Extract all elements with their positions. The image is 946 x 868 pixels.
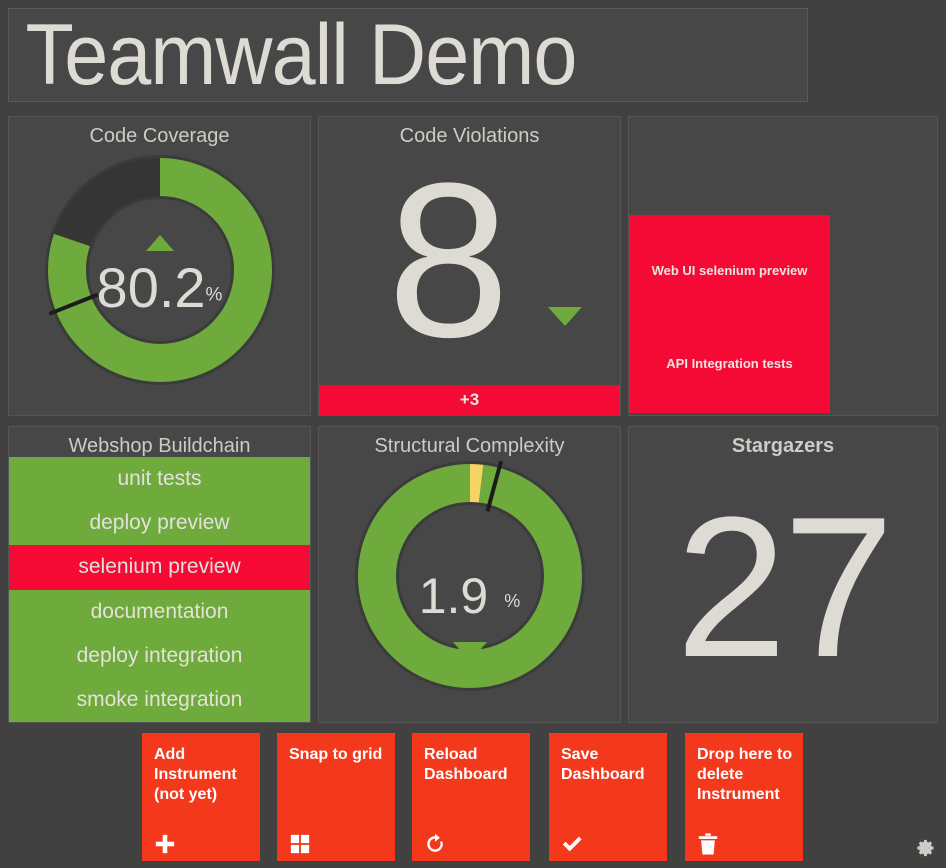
- list-item[interactable]: selenium preview: [9, 545, 310, 590]
- code-violations-body: 8: [319, 141, 620, 385]
- reload-dashboard-label: Reload Dashboard: [424, 746, 508, 783]
- add-instrument-button[interactable]: Add Instrument (not yet): [142, 733, 260, 861]
- alert-box[interactable]: Web UI selenium preview API Integration …: [629, 215, 830, 413]
- list-item[interactable]: smoke integration: [9, 677, 310, 722]
- gauge-structural-complexity: 1.9%: [319, 457, 620, 719]
- stargazers-body: 27: [629, 457, 937, 699]
- panel-title-code-coverage: Code Coverage: [89, 125, 230, 147]
- code-violations-trend-icon: [548, 307, 582, 326]
- panel-alerts[interactable]: Web UI selenium preview API Integration …: [628, 116, 938, 416]
- panel-code-coverage[interactable]: Code Coverage 80.2%: [8, 116, 311, 416]
- snap-to-grid-label: Snap to grid: [289, 746, 383, 763]
- add-instrument-label: Add Instrument (not yet): [154, 746, 237, 803]
- save-dashboard-button[interactable]: Save Dashboard: [549, 733, 667, 861]
- delete-instrument-dropzone[interactable]: Drop here to delete Instrument: [685, 733, 803, 861]
- trash-icon: [698, 833, 718, 855]
- dashboard-title-bar: Teamwall Demo: [8, 8, 808, 102]
- panel-buildchain[interactable]: Webshop Buildchain unit tests deploy pre…: [8, 426, 311, 723]
- panel-stargazers[interactable]: Stargazers 27: [628, 426, 938, 723]
- page-title: Teamwall Demo: [25, 8, 578, 102]
- gauge-code-coverage: 80.2%: [9, 147, 310, 409]
- grid-icon: [290, 834, 310, 854]
- delete-instrument-label: Drop here to delete Instrument: [697, 746, 793, 803]
- buildchain-list: unit tests deploy preview selenium previ…: [9, 457, 310, 722]
- plus-icon: [155, 834, 175, 854]
- check-icon: [562, 836, 582, 852]
- code-violations-delta: +3: [319, 385, 620, 415]
- code-violations-value: 8: [387, 137, 509, 383]
- snap-to-grid-button[interactable]: Snap to grid: [277, 733, 395, 861]
- panel-structural-complexity[interactable]: Structural Complexity 1.9%: [318, 426, 621, 723]
- list-item[interactable]: unit tests: [9, 457, 310, 502]
- reload-dashboard-button[interactable]: Reload Dashboard: [412, 733, 530, 861]
- save-dashboard-label: Save Dashboard: [561, 746, 645, 783]
- bottom-toolbar: Add Instrument (not yet) Snap to grid Re…: [0, 733, 946, 868]
- alert-item: API Integration tests: [666, 356, 793, 371]
- list-item[interactable]: deploy integration: [9, 633, 310, 678]
- list-item[interactable]: documentation: [9, 589, 310, 634]
- stargazers-value: 27: [675, 476, 894, 699]
- alert-item: Web UI selenium preview: [651, 263, 808, 278]
- structural-complexity-donut: [354, 461, 585, 691]
- panel-title-stargazers: Stargazers: [629, 427, 937, 457]
- panel-title-structural-complexity: Structural Complexity: [374, 435, 565, 457]
- panel-title-buildchain: Webshop Buildchain: [68, 435, 251, 457]
- list-item[interactable]: deploy preview: [9, 501, 310, 546]
- code-coverage-donut: [44, 155, 275, 385]
- panel-code-violations[interactable]: Code Violations 8 +3: [318, 116, 621, 416]
- gear-icon[interactable]: [916, 838, 936, 858]
- refresh-icon: [427, 833, 443, 852]
